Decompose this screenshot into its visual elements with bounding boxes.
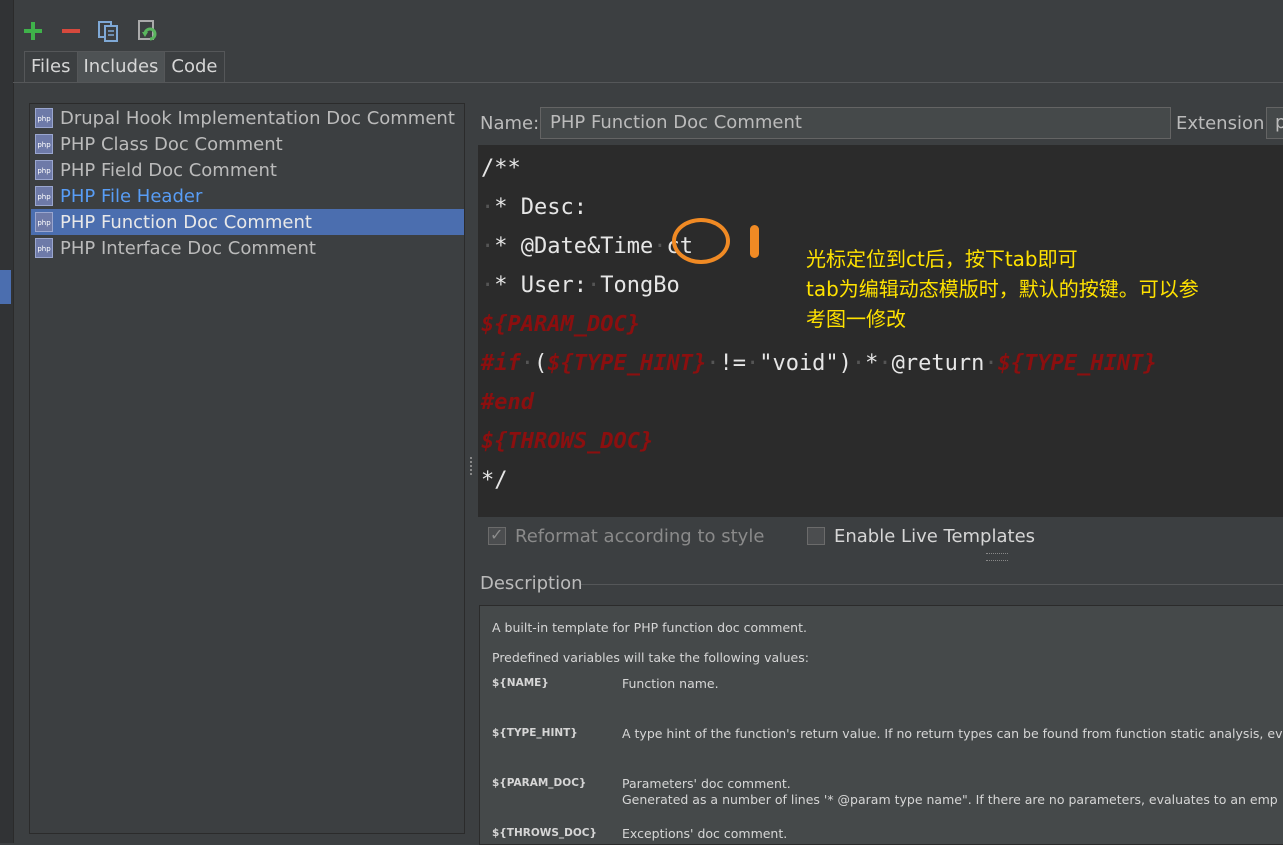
live-templates-label: Enable Live Templates xyxy=(834,525,1036,547)
resize-handle[interactable] xyxy=(986,553,1008,561)
list-item[interactable]: php PHP File Header xyxy=(31,183,464,209)
variable-desc: Parameters' doc comment. xyxy=(622,776,791,791)
variable-desc-detail: Generated as a number of lines '* @param… xyxy=(622,792,1278,807)
annotation-note: 光标定位到ct后，按下tab即可 tab为编辑动态模版时，默认的按键。可以参 考… xyxy=(806,247,1199,331)
code-line: */ xyxy=(481,468,508,493)
reset-icon[interactable] xyxy=(136,20,158,42)
variable-desc: A type hint of the function's return val… xyxy=(622,726,1283,741)
variable-name: ${THROWS_DOC} xyxy=(492,827,597,839)
name-field[interactable]: PHP Function Doc Comment xyxy=(540,107,1171,139)
code-line: ${PARAM_DOC} xyxy=(481,312,640,337)
description-intro: A built-in template for PHP function doc… xyxy=(492,620,807,635)
template-list[interactable]: php Drupal Hook Implementation Doc Comme… xyxy=(29,103,465,834)
php-file-icon: php xyxy=(35,108,53,128)
variable-name: ${TYPE_HINT} xyxy=(492,727,578,739)
extension-field[interactable]: p xyxy=(1266,107,1283,139)
description-panel: A built-in template for PHP function doc… xyxy=(479,605,1283,845)
code-line: #if·(${TYPE_HINT}·!=·"void")·*·@return·$… xyxy=(481,351,1157,376)
left-gutter xyxy=(0,0,14,843)
reformat-option[interactable]: Reformat according to style xyxy=(488,524,764,548)
live-templates-checkbox[interactable] xyxy=(807,527,825,545)
php-file-icon: php xyxy=(35,186,53,206)
php-file-icon: php xyxy=(35,212,53,232)
code-line: ·* @Date&Time·ct xyxy=(481,234,693,259)
list-item[interactable]: php PHP Field Doc Comment xyxy=(31,157,464,183)
list-item-label: PHP Function Doc Comment xyxy=(60,211,312,233)
php-file-icon: php xyxy=(35,238,53,258)
list-item-label: PHP Field Doc Comment xyxy=(60,159,277,181)
description-title: Description xyxy=(480,573,583,594)
php-file-icon: php xyxy=(35,134,53,154)
left-gutter-selection xyxy=(0,270,11,304)
code-line: /** xyxy=(481,156,521,181)
template-tabs: Files Includes Code xyxy=(24,51,225,82)
variable-desc: Exceptions' doc comment. xyxy=(622,826,788,841)
variable-name: ${PARAM_DOC} xyxy=(492,777,587,789)
tab-includes[interactable]: Includes xyxy=(76,51,166,82)
code-line: ·* Desc: xyxy=(481,195,587,220)
list-item[interactable]: php PHP Interface Doc Comment xyxy=(31,235,464,261)
list-item[interactable]: php Drupal Hook Implementation Doc Comme… xyxy=(31,105,464,131)
highlight-circle xyxy=(672,218,730,264)
plus-icon[interactable] xyxy=(22,20,44,42)
splitter-handle[interactable] xyxy=(468,455,474,479)
variable-name: ${NAME} xyxy=(492,677,549,689)
php-file-icon: php xyxy=(35,160,53,180)
list-item-label: Drupal Hook Implementation Doc Comment xyxy=(60,107,455,129)
reformat-label: Reformat according to style xyxy=(515,525,765,547)
variable-desc: Function name. xyxy=(622,676,719,691)
cursor-marker xyxy=(750,225,759,258)
extension-label: Extension: xyxy=(1176,113,1271,134)
list-item-label: PHP Interface Doc Comment xyxy=(60,237,316,259)
list-item-label: PHP Class Doc Comment xyxy=(60,133,283,155)
reformat-checkbox[interactable] xyxy=(488,525,506,545)
name-label: Name: xyxy=(480,113,540,134)
list-item[interactable]: php PHP Class Doc Comment xyxy=(31,131,464,157)
list-item-label: PHP File Header xyxy=(60,185,203,207)
copy-icon[interactable] xyxy=(97,20,119,42)
minus-icon[interactable] xyxy=(60,20,82,42)
list-item-selected[interactable]: php PHP Function Doc Comment xyxy=(31,209,464,235)
tab-divider xyxy=(13,82,1283,83)
description-divider xyxy=(581,584,1283,585)
live-templates-option[interactable]: Enable Live Templates xyxy=(807,524,1035,548)
description-predefined: Predefined variables will take the follo… xyxy=(492,650,809,665)
tab-code[interactable]: Code xyxy=(164,51,225,82)
code-line: ·* User:·TongBo xyxy=(481,273,680,298)
code-line: #end xyxy=(481,390,534,415)
tab-files[interactable]: Files xyxy=(24,51,78,82)
code-line: ${THROWS_DOC} xyxy=(481,429,654,454)
